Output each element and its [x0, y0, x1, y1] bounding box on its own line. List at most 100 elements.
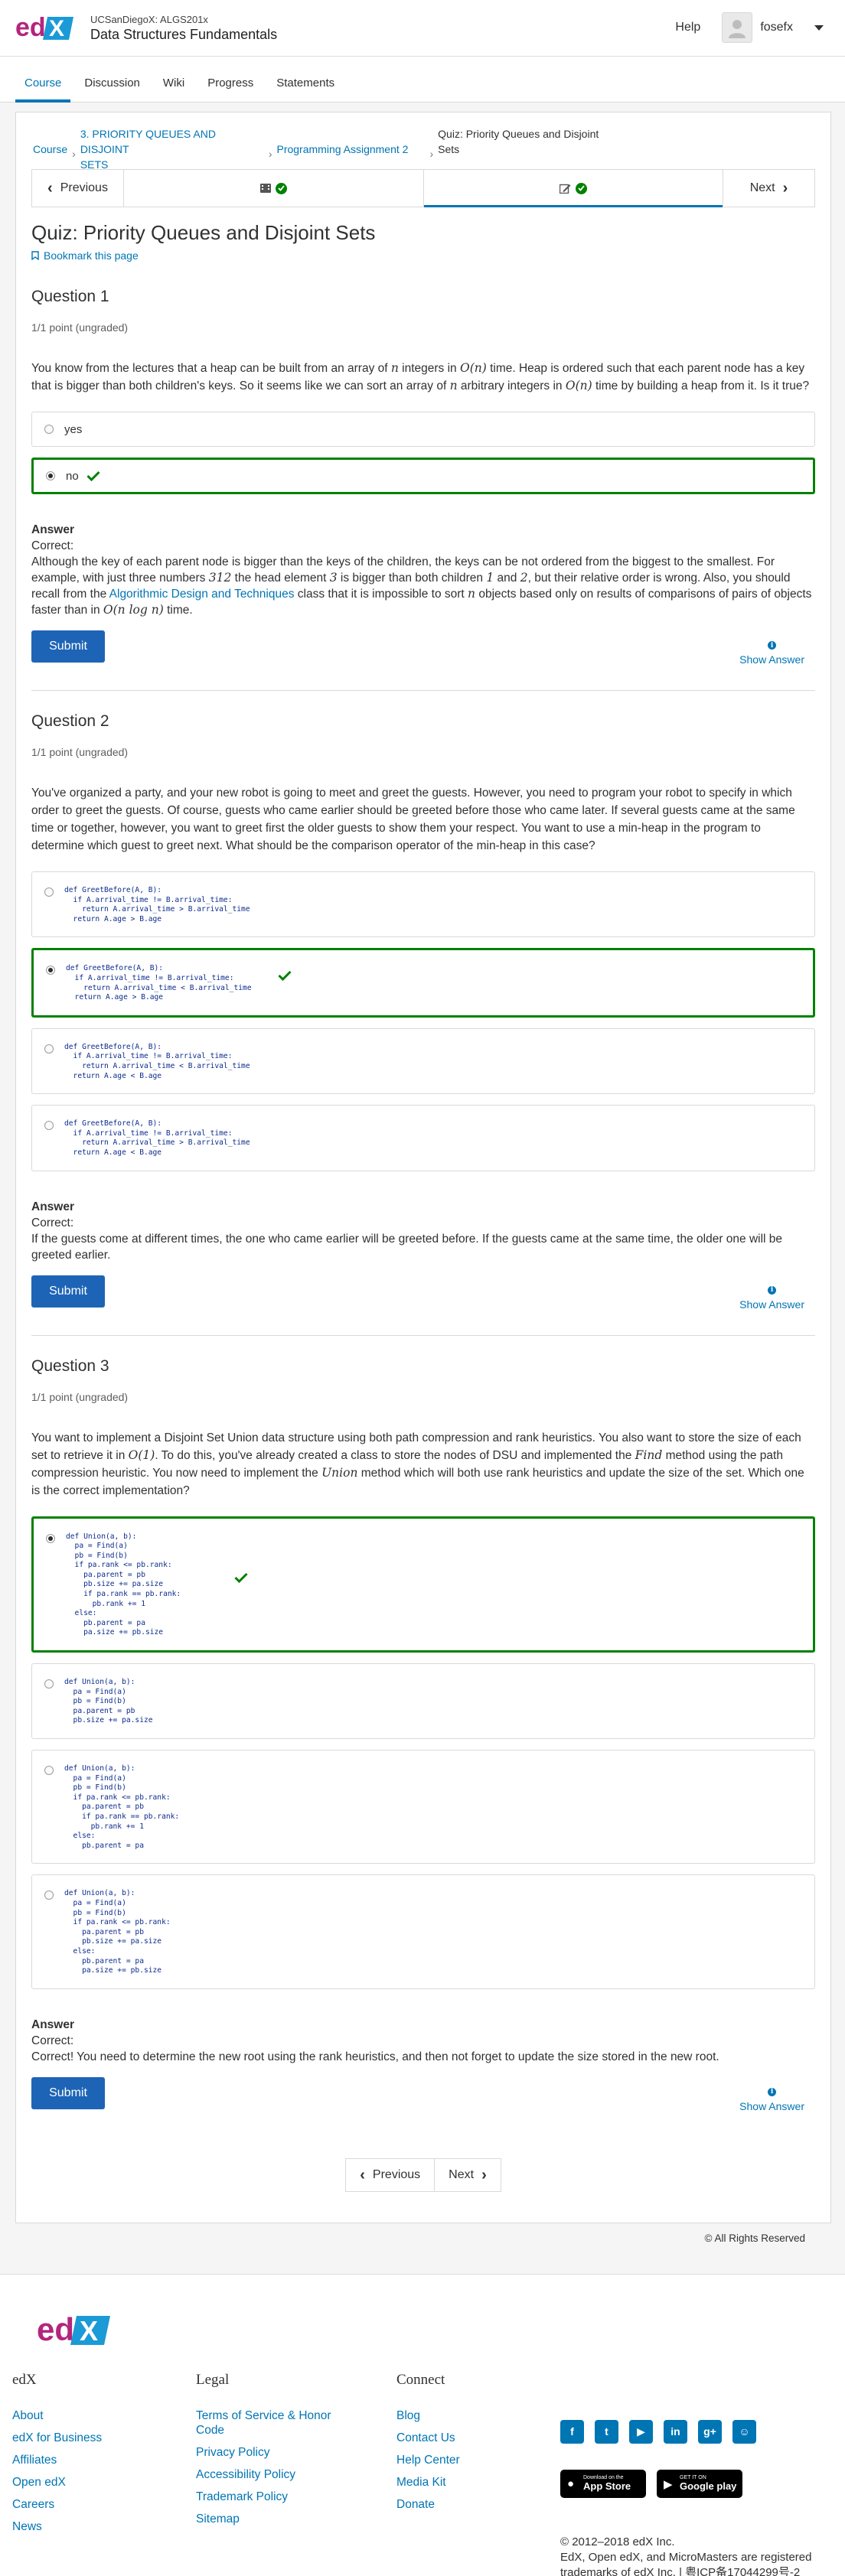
bottom-previous-button[interactable]: ‹ Previous [345, 2158, 436, 2192]
footer-link-privacy[interactable]: Privacy Policy [196, 2445, 396, 2460]
choice-greet-2[interactable]: def GreetBefore(A, B): if A.arrival_time… [31, 948, 815, 1018]
footer-link-business[interactable]: edX for Business [12, 2431, 196, 2445]
sequence-item-video[interactable] [124, 170, 423, 207]
breadcrumb-subsection[interactable]: Programming Assignment 2 [276, 142, 425, 157]
radio-button[interactable] [46, 966, 55, 975]
radio-button[interactable] [44, 1766, 54, 1775]
math-n: n [390, 361, 399, 375]
math-3: 3 [329, 571, 338, 585]
complete-check-icon [575, 182, 587, 194]
radio-button[interactable] [44, 1044, 54, 1054]
app-store-badge[interactable]: ● Download on the App Store [560, 2469, 646, 2498]
radio-button[interactable] [46, 471, 55, 480]
choice-union-4[interactable]: def Union(a, b): pa = Find(a) pb = Find(… [31, 1874, 815, 1989]
linkedin-icon[interactable]: in [664, 2419, 687, 2444]
choice-union-2[interactable]: def Union(a, b): pa = Find(a) pb = Find(… [31, 1663, 815, 1739]
radio-button[interactable] [44, 1679, 54, 1689]
facebook-icon[interactable]: f [560, 2419, 584, 2444]
footer-link-about[interactable]: About [12, 2408, 196, 2423]
tab-statements[interactable]: Statements [267, 77, 344, 102]
google-play-icon: ▶ [664, 2477, 673, 2491]
footer-link-media-kit[interactable]: Media Kit [396, 2475, 580, 2490]
footer-link-open-edx[interactable]: Open edX [12, 2475, 196, 2490]
radio-button[interactable] [44, 1121, 54, 1131]
choice-greet-1[interactable]: def GreetBefore(A, B): if A.arrival_time… [31, 871, 815, 938]
youtube-icon[interactable]: ▶ [629, 2419, 653, 2444]
math-n: n [468, 587, 476, 601]
footer-link-careers[interactable]: Careers [12, 2497, 196, 2512]
username[interactable]: fosefx [760, 21, 793, 34]
badge-big-text: Google play [680, 2480, 737, 2493]
choice-greet-3[interactable]: def GreetBefore(A, B): if A.arrival_time… [31, 1027, 815, 1095]
answer-explanation: Answer Correct: If the guests come at di… [31, 1199, 815, 1263]
math-o-1: O(1) [128, 1448, 155, 1462]
chevron-down-icon[interactable] [814, 24, 824, 31]
sequence-item-problem[interactable] [422, 170, 723, 207]
sequence-previous-button[interactable]: ‹ Previous [32, 170, 124, 207]
footer-link-trademark[interactable]: Trademark Policy [196, 2490, 396, 2504]
footer-link-accessibility[interactable]: Accessibility Policy [196, 2467, 396, 2482]
footer-link-blog[interactable]: Blog [396, 2408, 580, 2423]
footer-link-affiliates[interactable]: Affiliates [12, 2453, 196, 2467]
radio-button[interactable] [44, 1890, 54, 1900]
breadcrumb-course[interactable]: Course [33, 142, 67, 157]
answer-explanation: Answer Correct: Correct! You need to det… [31, 2017, 815, 2065]
answer-heading: Answer [31, 1200, 74, 1213]
bookmark-button[interactable]: Bookmark this page [31, 249, 815, 262]
tab-wiki[interactable]: Wiki [154, 77, 194, 102]
choice-union-3[interactable]: def Union(a, b): pa = Find(a) pb = Find(… [31, 1750, 815, 1864]
problem-prompt: You know from the lectures that a heap c… [31, 360, 815, 395]
prompt-text: . To do this, you've already created a c… [155, 1448, 635, 1462]
bottom-next-button[interactable]: Next › [435, 2158, 501, 2192]
show-answer-button[interactable]: i Show Answer [739, 641, 804, 666]
tab-progress[interactable]: Progress [198, 77, 263, 102]
tab-course[interactable]: Course [15, 77, 71, 103]
footer-heading: Connect [396, 2371, 445, 2388]
bottom-previous-label: Previous [372, 2167, 421, 2181]
choice-greet-4[interactable]: def GreetBefore(A, B): if A.arrival_time… [31, 1105, 815, 1171]
show-answer-button[interactable]: i Show Answer [739, 1285, 804, 1311]
show-answer-label: Show Answer [739, 1298, 804, 1311]
footer-link-news[interactable]: News [12, 2519, 196, 2534]
submit-button[interactable]: Submit [31, 2076, 105, 2109]
google-play-badge[interactable]: ▶ GET IT ON Google play [657, 2469, 742, 2498]
radio-button[interactable] [46, 1533, 55, 1543]
page: ed X UCSanDiegoX: ALGS201x Data Structur… [0, 0, 845, 2576]
tab-discussion[interactable]: Discussion [75, 77, 149, 102]
chevron-right-icon: › [782, 180, 788, 197]
sequence-previous-label: Previous [60, 181, 108, 194]
code-snippet: def GreetBefore(A, B): if A.arrival_time… [64, 1042, 250, 1080]
google-plus-icon[interactable]: g+ [698, 2419, 722, 2444]
footer-edx-column: edX About edX for Business Affiliates Op… [12, 2372, 196, 2542]
apple-icon: ● [567, 2477, 575, 2490]
breadcrumb-section[interactable]: 3. PRIORITY QUEUES AND DISJOINT [80, 126, 264, 157]
correct-check-icon [86, 471, 100, 481]
answer-text: the head element [231, 572, 330, 585]
edx-logo[interactable]: ed X [15, 12, 77, 44]
reddit-icon[interactable]: ☺ [732, 2419, 756, 2444]
radio-button[interactable] [44, 887, 54, 897]
math-1: 1 [486, 571, 494, 585]
footer-link-terms[interactable]: Terms of Service & Honor Code [196, 2408, 357, 2438]
radio-button[interactable] [44, 425, 54, 434]
footer-edx-logo[interactable]: ed X [37, 2311, 833, 2353]
choice-yes[interactable]: yes [31, 412, 815, 447]
algorithmic-design-link[interactable]: Algorithmic Design and Techniques [109, 588, 295, 601]
submit-button[interactable]: Submit [31, 1275, 105, 1308]
help-link[interactable]: Help [675, 21, 700, 34]
svg-text:ed: ed [15, 13, 46, 42]
avatar[interactable] [722, 12, 753, 43]
footer-link-sitemap[interactable]: Sitemap [196, 2512, 396, 2526]
math-2: 2 [520, 571, 528, 585]
footer-link-contact[interactable]: Contact Us [396, 2431, 580, 2445]
footer-link-help-center[interactable]: Help Center [396, 2453, 580, 2467]
sequence-next-button[interactable]: Next › [723, 170, 814, 207]
show-answer-button[interactable]: i Show Answer [739, 2087, 804, 2112]
choice-no[interactable]: no [31, 458, 815, 494]
twitter-icon[interactable]: t [595, 2419, 618, 2444]
choice-union-1[interactable]: def Union(a, b): pa = Find(a) pb = Find(… [31, 1516, 815, 1653]
answer-status: Correct: [31, 539, 74, 552]
code-snippet: def Union(a, b): pa = Find(a) pb = Find(… [64, 1889, 171, 1975]
submit-button[interactable]: Submit [31, 630, 105, 663]
footer-link-donate[interactable]: Donate [396, 2497, 580, 2512]
